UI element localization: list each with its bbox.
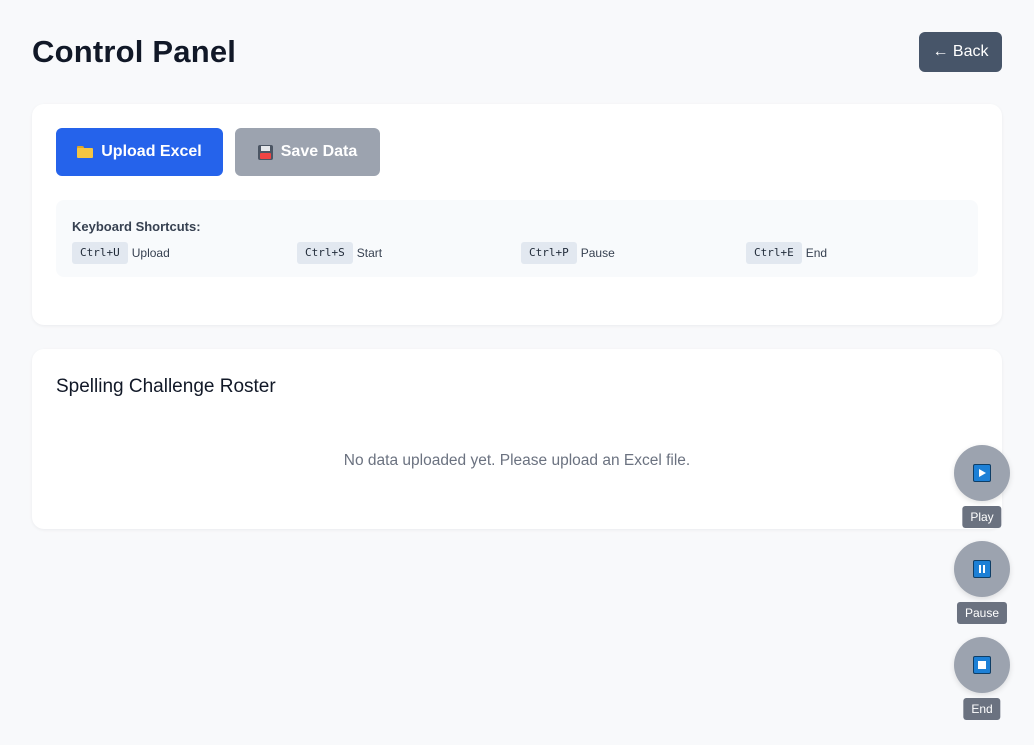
- keyboard-shortcuts-panel: Keyboard Shortcuts: Ctrl+U Upload Ctrl+S…: [56, 200, 978, 277]
- pause-button[interactable]: [954, 541, 1010, 597]
- play-icon: [973, 464, 991, 482]
- upload-excel-label: Upload Excel: [101, 143, 202, 160]
- stop-icon: [973, 656, 991, 674]
- shortcuts-title: Keyboard Shortcuts:: [72, 219, 201, 234]
- pause-control: Pause: [954, 541, 1010, 624]
- shortcut-end: Ctrl+E End: [746, 242, 827, 264]
- shortcut-action: Upload: [131, 246, 170, 260]
- shortcut-action: Pause: [580, 246, 615, 260]
- roster-card: Spelling Challenge Roster No data upload…: [32, 349, 1002, 529]
- pause-tooltip: Pause: [956, 602, 1008, 624]
- shortcut-key: Ctrl+E: [746, 242, 802, 264]
- shortcut-action: End: [805, 246, 828, 260]
- play-button[interactable]: [954, 445, 1010, 501]
- shortcut-key: Ctrl+S: [297, 242, 353, 264]
- save-data-button[interactable]: Save Data: [235, 128, 380, 176]
- end-tooltip: End: [963, 698, 1001, 720]
- shortcut-pause: Ctrl+P Pause: [521, 242, 615, 264]
- shortcut-key: Ctrl+U: [72, 242, 128, 264]
- end-control: End: [954, 637, 1010, 720]
- pause-icon: [973, 560, 991, 578]
- shortcut-key: Ctrl+P: [521, 242, 577, 264]
- folder-icon: [77, 146, 94, 158]
- save-data-label: Save Data: [280, 143, 358, 160]
- back-button[interactable]: ← Back: [919, 32, 1002, 72]
- roster-title: Spelling Challenge Roster: [56, 376, 276, 397]
- upload-card: Upload Excel Save Data Keyboard Shortcut…: [32, 104, 1002, 325]
- shortcut-action: Start: [356, 246, 383, 260]
- shortcut-upload: Ctrl+U Upload: [72, 242, 170, 264]
- play-tooltip: Play: [962, 506, 1002, 528]
- page-title: Control Panel: [32, 34, 237, 69]
- end-button[interactable]: [954, 637, 1010, 693]
- floppy-disk-icon: [257, 144, 273, 160]
- control-panel-page: Control Panel ← Back Upload Excel Save D…: [0, 0, 1034, 745]
- upload-excel-button[interactable]: Upload Excel: [56, 128, 223, 176]
- empty-state-message: No data uploaded yet. Please upload an E…: [343, 452, 691, 469]
- shortcut-start: Ctrl+S Start: [297, 242, 382, 264]
- play-control: Play: [954, 445, 1010, 528]
